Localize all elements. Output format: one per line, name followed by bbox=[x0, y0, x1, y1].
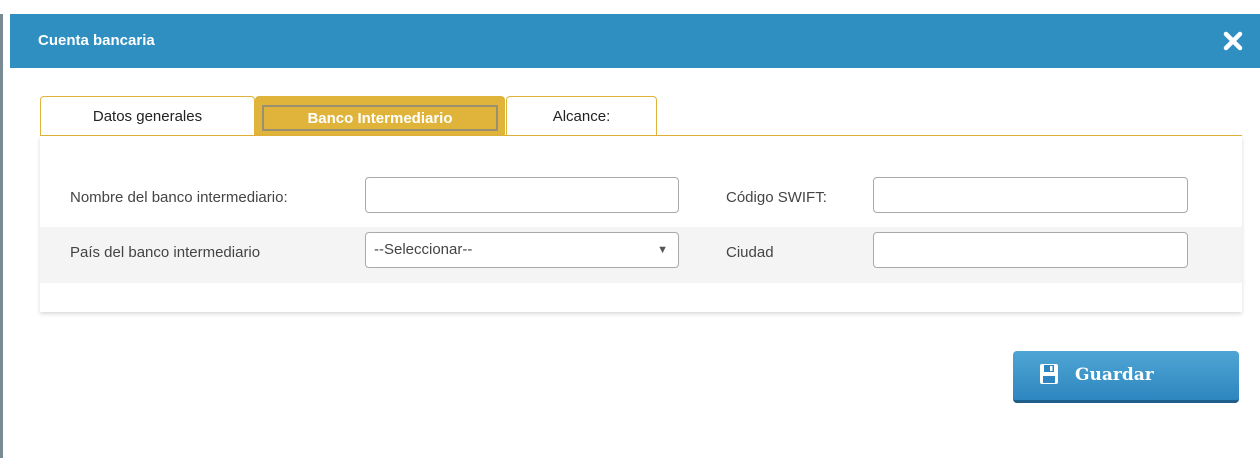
country-selected-value: --Seleccionar-- bbox=[374, 241, 473, 258]
bank-name-label: Nombre del banco intermediario: bbox=[70, 189, 288, 206]
country-select[interactable]: --Seleccionar-- ▼ bbox=[365, 232, 679, 268]
close-icon[interactable] bbox=[1220, 28, 1246, 54]
country-label: País del banco intermediario bbox=[70, 244, 261, 261]
floppy-disk-icon bbox=[1039, 363, 1059, 385]
swift-input[interactable] bbox=[873, 177, 1188, 213]
tab-focus-outline: Banco Intermediario bbox=[262, 105, 498, 131]
tab-panel: Nombre del banco intermediario: Código S… bbox=[40, 136, 1242, 312]
bank-name-input[interactable] bbox=[365, 177, 679, 213]
city-label: Ciudad bbox=[726, 244, 774, 261]
tab-alcance[interactable]: Alcance: bbox=[506, 96, 657, 135]
tab-banco-intermediario[interactable]: Banco Intermediario bbox=[255, 96, 505, 135]
form-row: País del banco intermediario --Seleccion… bbox=[40, 227, 1242, 283]
dropdown-arrow-icon: ▼ bbox=[657, 244, 668, 256]
dialog-titlebar: Cuenta bancaria bbox=[10, 14, 1260, 68]
dialog-title: Cuenta bancaria bbox=[38, 32, 155, 49]
swift-label: Código SWIFT: bbox=[726, 189, 827, 206]
tab-datos-generales[interactable]: Datos generales bbox=[40, 96, 255, 135]
window-edge bbox=[0, 14, 3, 458]
bank-account-dialog: Cuenta bancaria Datos generales Banco In… bbox=[10, 14, 1260, 458]
save-button[interactable]: Guardar bbox=[1013, 351, 1239, 403]
form-row: Nombre del banco intermediario: Código S… bbox=[40, 177, 1242, 233]
tab-label: Banco Intermediario bbox=[307, 110, 453, 127]
city-input[interactable] bbox=[873, 232, 1188, 268]
tab-label: Datos generales bbox=[92, 108, 203, 125]
save-button-label: Guardar bbox=[1075, 365, 1154, 385]
tab-label: Alcance: bbox=[552, 108, 611, 125]
